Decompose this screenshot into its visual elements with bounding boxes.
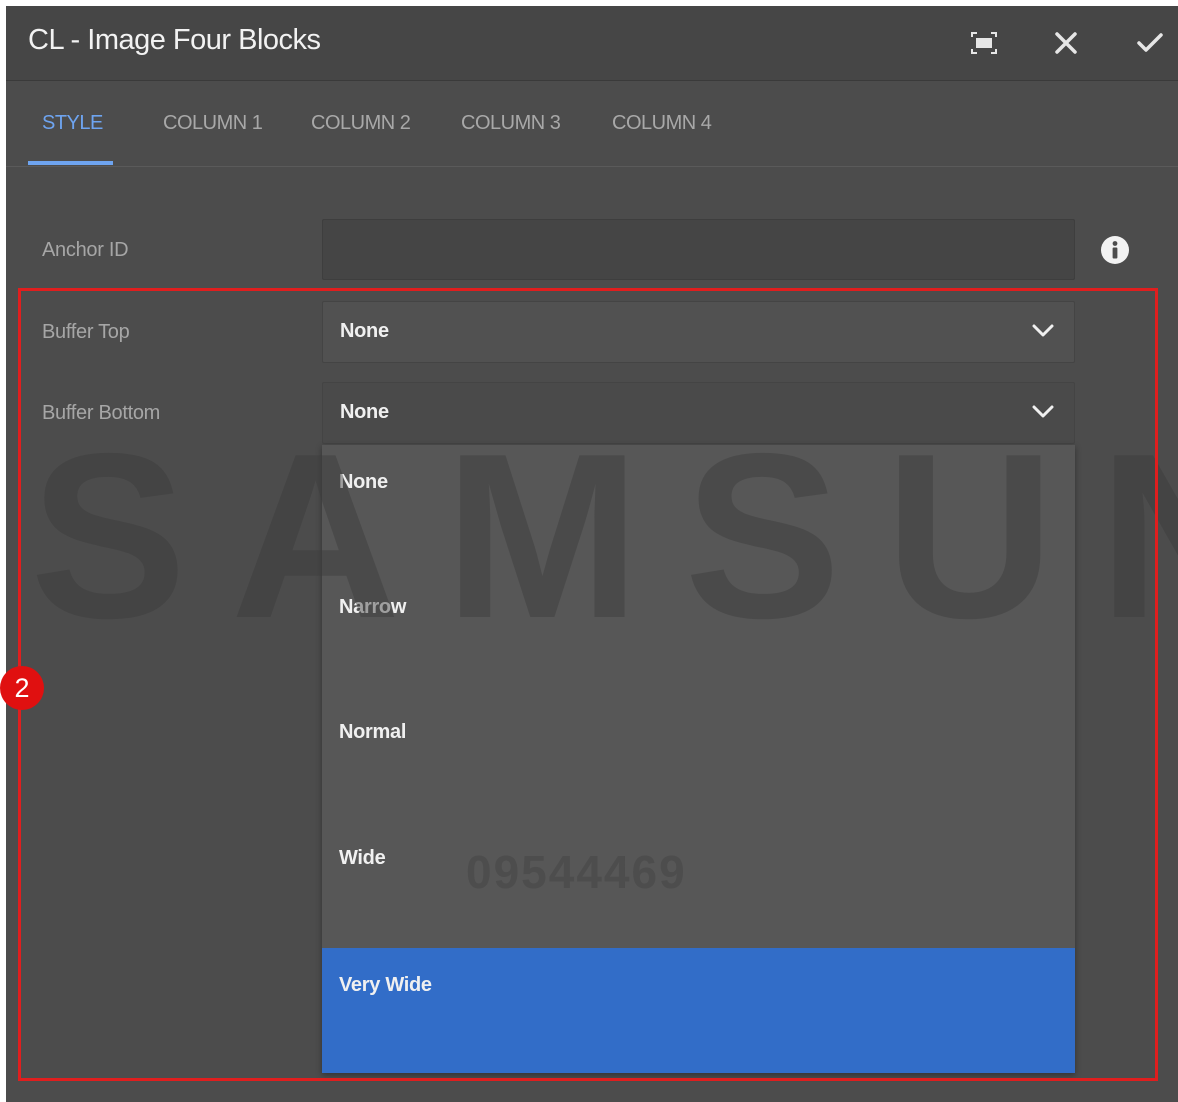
anchor-id-label: Anchor ID [42,239,129,261]
buffer-top-value: None [340,320,389,342]
tab-style[interactable]: STYLE [42,81,103,166]
check-icon [1137,33,1163,52]
option-label: None [339,471,388,493]
fullscreen-button[interactable] [965,24,1003,62]
buffer-top-label: Buffer Top [42,321,130,343]
buffer-bottom-dropdown: None Narrow Normal Wide Very Wide [322,445,1075,1073]
dialog: CL - Image Four Blocks STYLE COLUMN 1 CO… [6,6,1178,1102]
tab-column-4[interactable]: COLUMN 4 [612,81,712,166]
done-button[interactable] [1131,24,1169,62]
option-label: Normal [339,721,407,743]
anchor-id-input[interactable] [322,219,1075,280]
chevron-down-icon [1032,405,1054,418]
buffer-bottom-select[interactable]: None [322,382,1075,444]
option-label: Wide [339,847,386,869]
info-icon[interactable] [1100,235,1130,265]
close-button[interactable] [1047,24,1085,62]
dropdown-option-wide[interactable]: Wide [322,821,1075,946]
dropdown-option-narrow[interactable]: Narrow [322,570,1075,695]
tab-column-2[interactable]: COLUMN 2 [311,81,411,166]
step-badge: 2 [0,666,44,710]
option-label: Narrow [339,596,407,618]
buffer-top-select[interactable]: None [322,301,1075,363]
fullscreen-icon [971,32,997,54]
buffer-bottom-label: Buffer Bottom [42,402,161,424]
close-icon [1055,32,1077,54]
chevron-down-icon [1032,324,1054,337]
dropdown-option-very-wide[interactable]: Very Wide [322,948,1075,1073]
tab-column-1[interactable]: COLUMN 1 [163,81,263,166]
dropdown-option-normal[interactable]: Normal [322,695,1075,820]
dialog-title: CL - Image Four Blocks [28,24,321,56]
buffer-bottom-value: None [340,401,389,423]
dropdown-option-none[interactable]: None [322,445,1075,570]
tab-bar: STYLE COLUMN 1 COLUMN 2 COLUMN 3 COLUMN … [6,81,1178,167]
tab-column-3[interactable]: COLUMN 3 [461,81,561,166]
option-label: Very Wide [339,974,432,996]
active-tab-indicator [28,161,113,165]
dialog-titlebar: CL - Image Four Blocks [6,6,1178,81]
